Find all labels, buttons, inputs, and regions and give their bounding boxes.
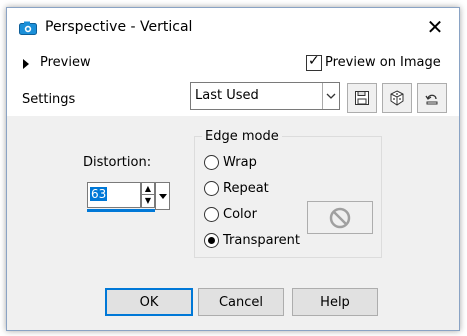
title-bar: Perspective - Vertical ✕: [7, 8, 459, 46]
radio-button[interactable]: [204, 181, 219, 196]
preset-value: Last Used: [195, 88, 259, 103]
slider-dropdown-icon[interactable]: [155, 182, 170, 210]
reset-icon: [425, 94, 438, 105]
spin-down-icon[interactable]: ▼: [141, 194, 155, 208]
no-color-icon: [329, 207, 351, 228]
distortion-label: Distortion:: [83, 155, 152, 170]
distortion-input[interactable]: 63: [87, 182, 141, 208]
edge-mode-color[interactable]: Color: [204, 207, 257, 222]
preview-on-image-label[interactable]: Preview on Image: [325, 55, 441, 70]
edge-mode-transparent[interactable]: Transparent: [204, 233, 300, 248]
chevron-down-icon[interactable]: [322, 83, 339, 109]
settings-label: Settings: [22, 92, 76, 107]
reset-button[interactable]: [417, 83, 447, 113]
distortion-value: 63: [90, 187, 108, 201]
checkmark-icon: ✓: [308, 53, 320, 69]
help-button[interactable]: Help: [292, 288, 378, 316]
radio-label[interactable]: Transparent: [223, 233, 300, 248]
radio-label[interactable]: Repeat: [223, 181, 269, 196]
randomize-button[interactable]: [382, 83, 412, 113]
radio-label[interactable]: Wrap: [223, 155, 257, 170]
radio-dot: [208, 237, 215, 244]
perspective-dialog: Perspective - Vertical ✕ Preview ✓ Previ…: [6, 7, 460, 331]
radio-button[interactable]: [204, 207, 219, 222]
close-icon[interactable]: ✕: [425, 17, 445, 37]
edge-mode-repeat[interactable]: Repeat: [204, 181, 269, 196]
cancel-button[interactable]: Cancel: [198, 288, 284, 316]
edge-color-swatch[interactable]: [307, 201, 373, 234]
distortion-slider-track[interactable]: [87, 209, 155, 212]
preview-toggle[interactable]: Preview: [40, 55, 91, 70]
camera-icon: [19, 21, 37, 35]
save-icon: [355, 91, 369, 105]
radio-label[interactable]: Color: [223, 207, 257, 222]
radio-button[interactable]: [204, 155, 219, 170]
ok-button[interactable]: OK: [105, 288, 193, 316]
save-preset-button[interactable]: [347, 83, 377, 113]
edge-mode-title: Edge mode: [202, 129, 282, 144]
preview-on-image-checkbox[interactable]: ✓: [306, 53, 322, 71]
edge-mode-wrap[interactable]: Wrap: [204, 155, 257, 170]
preview-expand-icon[interactable]: [23, 56, 29, 70]
distortion-stepper[interactable]: 63 ▲ ▼: [87, 182, 170, 212]
dice-icon: [390, 90, 404, 106]
settings-preset-select[interactable]: Last Used: [190, 82, 340, 110]
window-title: Perspective - Vertical: [45, 19, 193, 35]
radio-button-selected[interactable]: [204, 233, 219, 248]
